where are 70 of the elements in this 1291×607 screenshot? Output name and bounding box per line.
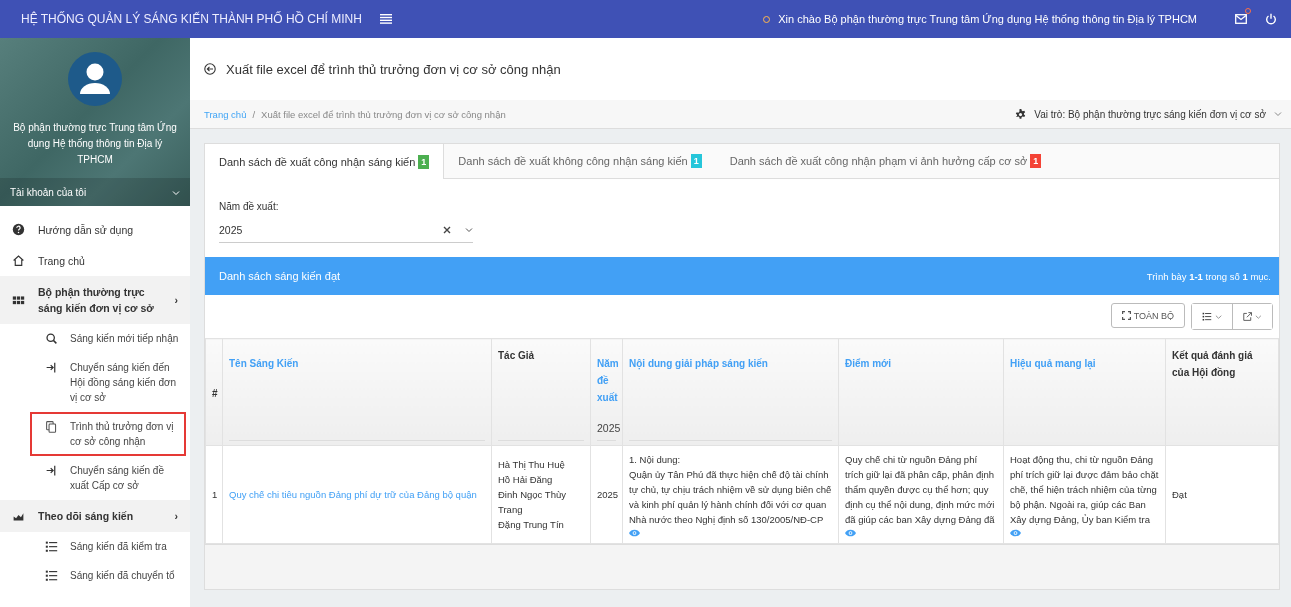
full-button[interactable]: TOÀN BỘ <box>1110 303 1185 328</box>
breadcrumb-current: Xuất file excel để trình thủ trưởng đơn vị cơ sở công nhận <box>261 108 506 120</box>
eye-icon[interactable] <box>845 529 856 537</box>
table-cell-text: Quy chế chi từ nguồn Đảng phí trích giữ lại đã phân cấp, phân định thẩm quyền được cụ thể hơn; quy định cụ thể nội dung, định mức mới đã giúp các ban Xây dựng Đảng đã <box>845 453 996 527</box>
export-button[interactable] <box>1232 304 1272 329</box>
enter-icon <box>45 361 58 374</box>
summary-text: Trình bày 1-1 trong số 1 mục. <box>1146 270 1271 282</box>
menu-item[interactable]: Trang chủ <box>0 245 190 276</box>
menu-icon[interactable] <box>379 14 392 24</box>
year-select[interactable]: 2025 <box>219 216 473 243</box>
table-cell: 2025 <box>590 445 623 544</box>
panel-title: Danh sách sáng kiến đạt <box>219 270 341 282</box>
role-selector[interactable]: Vai trò: Bộ phận thường trực sáng kiến đơn vị cơ sở <box>1034 108 1266 120</box>
eye-icon[interactable] <box>1010 529 1021 537</box>
chevron-icon <box>1274 111 1282 117</box>
settings-icon <box>1015 108 1027 120</box>
page-title: Xuất file excel để trình thủ trưởng đơn vị cơ sở công nhận <box>226 61 561 77</box>
search-icon <box>45 332 58 345</box>
field-label: Năm đề xuất: <box>219 201 280 212</box>
table-cell-text: Hoạt động thu, chi từ nguồn Đảng phí trích giữ lại được đảm bảo chặt chẽ, thể hiện trách nhiệm của từng bộ phận. Ngoài ra, giúp các Ban Xây dựng Đảng, Ủy ban Kiểm tra <box>1010 453 1159 527</box>
count-badge: 1 <box>418 154 430 169</box>
column-header[interactable]: Năm đề xuất 2025 <box>590 338 623 446</box>
grid-icon <box>12 293 25 307</box>
eye-icon[interactable] <box>629 529 640 537</box>
clear-icon[interactable] <box>443 226 451 234</box>
tab[interactable]: Danh sách đề xuất không công nhận sáng kiến 1 <box>444 144 716 178</box>
submenu-item[interactable]: Sáng kiến đã kiểm tra <box>0 532 190 561</box>
account-menu[interactable]: Tài khoản của tôi <box>0 178 190 206</box>
submenu-item[interactable]: Trình thủ trưởng đơn vị cơ sở công nhận <box>30 412 186 456</box>
chevron-icon <box>1214 313 1222 320</box>
expand-icon <box>1121 311 1131 320</box>
submenu-item[interactable]: Chuyển sáng kiến đề xuất Cấp cơ sở <box>0 456 190 500</box>
column-header: # <box>205 338 223 446</box>
breadcrumb-separator: / <box>252 108 256 120</box>
copy-icon <box>45 420 58 433</box>
menu-item[interactable]: Hướng dẫn sử dụng <box>0 214 190 245</box>
chevron-icon <box>172 189 180 196</box>
table-cell: Đạt <box>1165 445 1279 544</box>
table-cell-text: 1. Nội dung: Quận ủy Tân Phú đã thực hiện chế độ tài chính tự chủ, tự chịu trách nhiệm về sử dụng biên chế và kinh phí quản lý hành chính đối với cơ quan Nhà nước theo Nghị định số 130/2005/NĐ-CP <box>629 453 832 527</box>
chevron-icon <box>465 227 473 233</box>
app-title: HỆ THỐNG QUẢN LÝ SÁNG KIẾN THÀNH PHỐ HỒ CHÍ MINH <box>21 12 362 26</box>
menu-group[interactable]: Bộ phận thường trực sáng kiến đơn vị cơ sở › <box>0 276 190 324</box>
home-icon <box>12 254 25 267</box>
power-icon[interactable] <box>1265 13 1277 25</box>
count-badge: 1 <box>1030 154 1042 168</box>
table-cell: 1 <box>205 445 223 544</box>
column-header: Kết quả đánh giá của Hội đồng <box>1165 338 1279 446</box>
help-icon <box>12 223 25 236</box>
chevron-text: › <box>174 294 178 306</box>
list-icon <box>45 540 58 553</box>
submenu-item[interactable]: Sáng kiến đã chuyển tổ <box>0 561 190 590</box>
enter-icon <box>45 464 58 477</box>
tab[interactable]: Danh sách đề xuất công nhận phạm vi ảnh hưởng cấp cơ sở 1 <box>715 144 1056 178</box>
chevron-icon <box>1255 313 1262 320</box>
menu-group[interactable]: Theo dõi sáng kiến › <box>0 500 190 532</box>
avatar-icon <box>68 52 122 106</box>
greeting-text: Xin chào Bộ phận thường trực Trung tâm Ứng dụng Hệ thống thông tin Địa lý TPHCM <box>778 13 1197 25</box>
chevron-text: › <box>174 510 178 522</box>
tab[interactable]: Danh sách đề xuất công nhận sáng kiến 1 <box>205 144 445 179</box>
user-name: Bộ phận thường trực Trung tâm Ứng dụng Hệ thống thông tin Địa lý TPHCM <box>12 120 178 167</box>
submenu-item[interactable]: Sáng kiến mới tiếp nhận <box>0 324 190 353</box>
list-icon <box>45 569 58 582</box>
table-cell: Hà Thị Thu Huệ Hồ Hải Đăng Đinh Ngọc Thùy Trang Đặng Trung Tín <box>491 445 591 544</box>
count-badge: 1 <box>690 154 702 168</box>
external-icon <box>1243 311 1253 322</box>
mail-icon[interactable] <box>1235 14 1247 24</box>
back-icon[interactable] <box>204 63 216 75</box>
list-icon <box>1202 311 1212 322</box>
submenu-item[interactable]: Chuyển sáng kiến đến Hội đồng sáng kiến đơn vị cơ sở <box>0 353 190 412</box>
column-header: Tác Giả <box>491 338 591 446</box>
